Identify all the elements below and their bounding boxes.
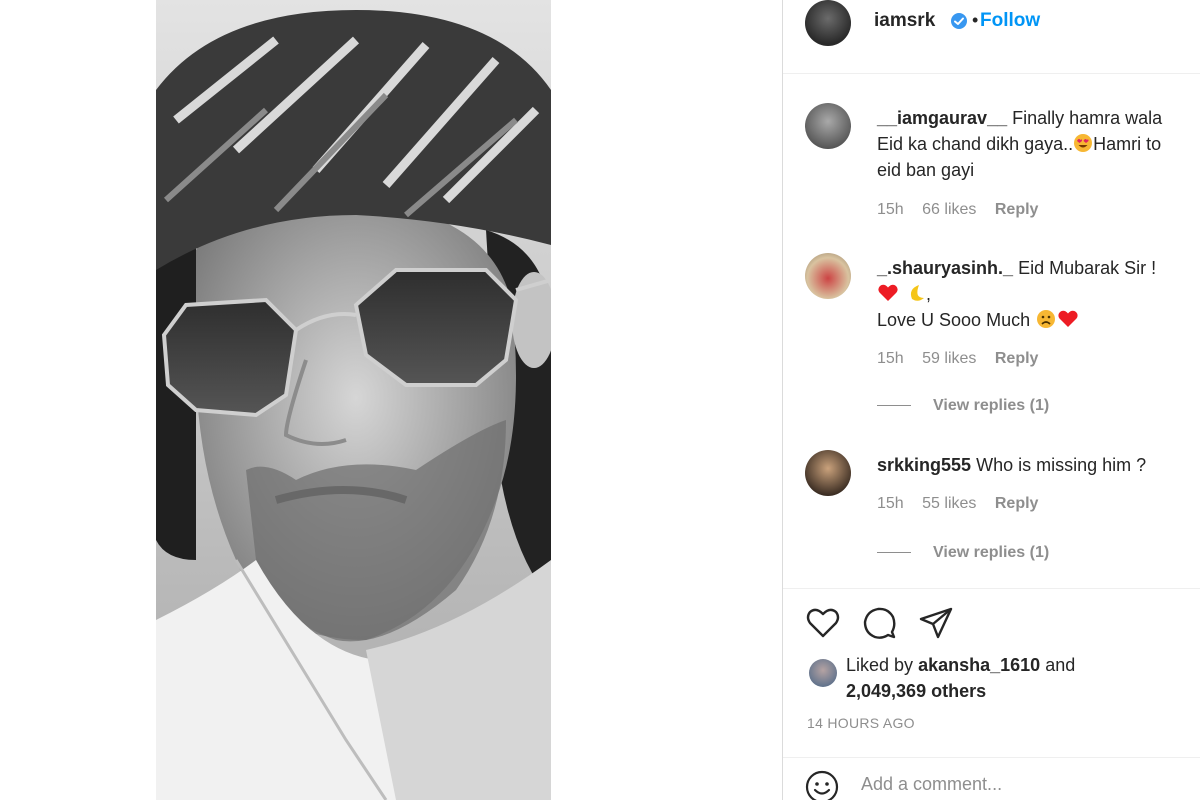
commenter-avatar[interactable]	[805, 450, 851, 496]
comment-body: Eid Mubarak Sir !	[1018, 258, 1157, 278]
comment-text: _.shauryasinh._ Eid Mubarak Sir ! , Love…	[877, 255, 1177, 333]
heart-icon[interactable]	[805, 605, 841, 641]
view-replies-button[interactable]: View replies (1)	[877, 397, 1049, 415]
reply-button[interactable]: Reply	[995, 201, 1039, 218]
add-comment-input[interactable]	[861, 774, 1181, 795]
follow-button[interactable]: Follow	[980, 10, 1040, 32]
post-media-area	[0, 0, 782, 800]
crescent-moon-emoji-icon	[910, 285, 925, 301]
comment-username[interactable]: _.shauryasinh._	[877, 258, 1013, 278]
reply-button[interactable]: Reply	[995, 350, 1039, 367]
author-username[interactable]: iamsrk	[874, 10, 935, 32]
comment-likes[interactable]: 59 likes	[922, 350, 976, 367]
comment-meta: 15h 59 likes Reply	[877, 350, 1052, 368]
liker-avatar[interactable]	[809, 659, 837, 687]
post-timestamp[interactable]: 14 HOURS AGO	[807, 715, 915, 731]
portrait-image	[156, 0, 551, 800]
comment-text: srkking555 Who is missing him ?	[877, 452, 1187, 478]
likes-count[interactable]: 2,049,369 others	[846, 681, 986, 702]
view-replies-label: View replies (1)	[933, 397, 1050, 414]
comment-meta: 15h 66 likes Reply	[877, 201, 1052, 219]
view-replies-line	[877, 405, 911, 407]
likes-connector: and	[1045, 655, 1076, 675]
actions-divider	[783, 588, 1200, 589]
liker-username[interactable]: akansha_1610	[918, 655, 1040, 675]
comment-icon[interactable]	[862, 605, 898, 641]
comment-time: 15h	[877, 350, 904, 367]
reply-button[interactable]: Reply	[995, 495, 1039, 512]
post-photo[interactable]	[156, 0, 551, 800]
emoji-picker-icon[interactable]	[805, 770, 839, 800]
comment-likes[interactable]: 66 likes	[922, 201, 976, 218]
verified-badge-icon	[951, 13, 967, 29]
comment-trailing: ,	[926, 284, 932, 304]
comment-likes[interactable]: 55 likes	[922, 495, 976, 512]
add-comment-bar	[783, 757, 1200, 800]
comment-username[interactable]: srkking555	[877, 455, 971, 475]
comment-meta: 15h 55 likes Reply	[877, 495, 1052, 513]
post-side-panel: iamsrk • Follow __iamgaurav__ Finally ha…	[783, 0, 1200, 800]
likes-line: Liked by akansha_1610 and	[846, 655, 1075, 676]
heart-emoji-icon	[1058, 310, 1078, 327]
author-avatar[interactable]	[805, 0, 851, 46]
comments-list[interactable]: __iamgaurav__ Finally hamra wala Eid ka …	[783, 75, 1200, 588]
comment-body-line2: Love U Sooo Much	[877, 310, 1031, 330]
comment-username[interactable]: __iamgaurav__	[877, 108, 1007, 128]
post-header: iamsrk • Follow	[783, 0, 1200, 74]
commenter-avatar[interactable]	[805, 103, 851, 149]
share-icon[interactable]	[918, 605, 954, 641]
likes-prefix: Liked by	[846, 655, 914, 675]
comment-time: 15h	[877, 201, 904, 218]
comment-text: __iamgaurav__ Finally hamra wala Eid ka …	[877, 105, 1177, 183]
commenter-avatar[interactable]	[805, 253, 851, 299]
heart-eyes-emoji-icon	[1074, 134, 1093, 152]
view-replies-line	[877, 552, 911, 554]
post-actions-bar	[783, 605, 1200, 645]
sad-face-emoji-icon	[1037, 310, 1056, 328]
heart-emoji-icon	[878, 284, 898, 301]
header-separator: •	[972, 10, 979, 30]
view-replies-button[interactable]: View replies (1)	[877, 544, 1049, 562]
comment-time: 15h	[877, 495, 904, 512]
view-replies-label: View replies (1)	[933, 544, 1050, 561]
comment-body: Who is missing him ?	[976, 455, 1147, 475]
